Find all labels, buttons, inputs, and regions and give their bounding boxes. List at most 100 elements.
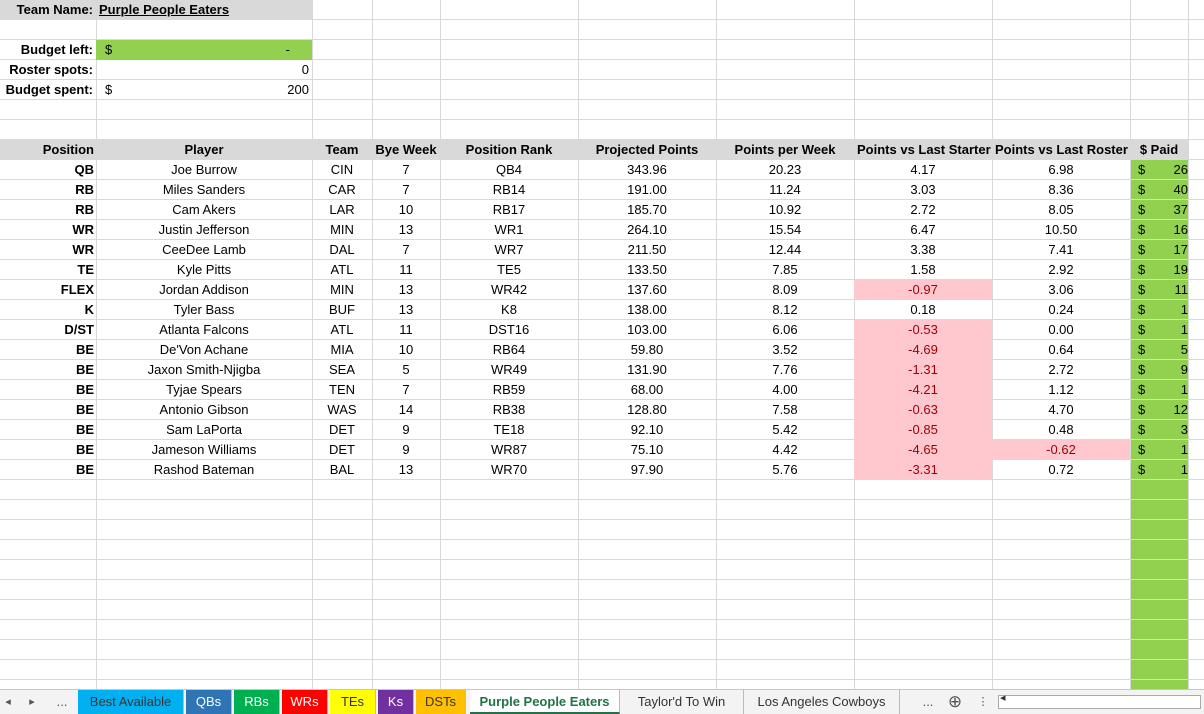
- cell-team[interactable]: CIN: [312, 160, 372, 180]
- more-options-icon[interactable]: ⋮: [976, 690, 990, 714]
- column-header[interactable]: Position: [0, 140, 96, 160]
- column-header[interactable]: Projected Points: [578, 140, 716, 160]
- cell-vs-roster[interactable]: 3.06: [992, 280, 1130, 300]
- cell-position[interactable]: BE: [0, 340, 96, 360]
- cell-bye[interactable]: 11: [372, 260, 440, 280]
- cell-player[interactable]: Jordan Addison: [96, 280, 312, 300]
- cell-team[interactable]: ATL: [312, 260, 372, 280]
- cell-vs-roster[interactable]: 1.12: [992, 380, 1130, 400]
- sheet-tab[interactable]: DSTs: [416, 690, 466, 714]
- cell-vs-starter[interactable]: 1.58: [854, 260, 992, 280]
- cell-rank[interactable]: RB14: [440, 180, 578, 200]
- cell-team[interactable]: MIN: [312, 280, 372, 300]
- cell-rank[interactable]: TE5: [440, 260, 578, 280]
- cell-vs-roster[interactable]: 7.41: [992, 240, 1130, 260]
- sheet-tab[interactable]: RBs: [234, 690, 280, 714]
- cell-ppw[interactable]: 7.58: [716, 400, 854, 420]
- cell-projected[interactable]: 137.60: [578, 280, 716, 300]
- cell-position[interactable]: BE: [0, 400, 96, 420]
- cell-team[interactable]: SEA: [312, 360, 372, 380]
- scrollbar-thumb[interactable]: [1013, 698, 1198, 706]
- cell-paid[interactable]: $1: [1130, 300, 1188, 320]
- cell-position[interactable]: BE: [0, 380, 96, 400]
- cell-ppw[interactable]: 15.54: [716, 220, 854, 240]
- cell-vs-roster[interactable]: 0.00: [992, 320, 1130, 340]
- cell-position[interactable]: BE: [0, 460, 96, 480]
- cell-vs-roster[interactable]: 0.24: [992, 300, 1130, 320]
- cell-bye[interactable]: 9: [372, 440, 440, 460]
- scroll-left-icon[interactable]: ◂: [1000, 691, 1006, 704]
- cell-vs-starter[interactable]: 3.03: [854, 180, 992, 200]
- cell-rank[interactable]: RB17: [440, 200, 578, 220]
- cell-rank[interactable]: QB4: [440, 160, 578, 180]
- cell-vs-starter[interactable]: -4.21: [854, 380, 992, 400]
- cell-vs-roster[interactable]: 10.50: [992, 220, 1130, 240]
- cell-projected[interactable]: 97.90: [578, 460, 716, 480]
- cell-bye[interactable]: 13: [372, 300, 440, 320]
- cell-paid[interactable]: $1: [1130, 460, 1188, 480]
- cell-bye[interactable]: 9: [372, 420, 440, 440]
- cell-team[interactable]: WAS: [312, 400, 372, 420]
- cell-ppw[interactable]: 12.44: [716, 240, 854, 260]
- cell-bye[interactable]: 13: [372, 460, 440, 480]
- sheet-tab[interactable]: TEs: [330, 690, 376, 714]
- cell-player[interactable]: Sam LaPorta: [96, 420, 312, 440]
- cell-bye[interactable]: 7: [372, 380, 440, 400]
- cell-vs-roster[interactable]: -0.62: [992, 440, 1130, 460]
- cell-rank[interactable]: WR7: [440, 240, 578, 260]
- cell-vs-starter[interactable]: -3.31: [854, 460, 992, 480]
- cell-bye[interactable]: 10: [372, 200, 440, 220]
- column-header[interactable]: Position Rank: [440, 140, 578, 160]
- cell-vs-starter[interactable]: -0.63: [854, 400, 992, 420]
- cell-team[interactable]: MIA: [312, 340, 372, 360]
- cell-projected[interactable]: 211.50: [578, 240, 716, 260]
- cell-player[interactable]: De'Von Achane: [96, 340, 312, 360]
- cell-bye[interactable]: 7: [372, 240, 440, 260]
- cell-ppw[interactable]: 4.00: [716, 380, 854, 400]
- cell-vs-roster[interactable]: 0.64: [992, 340, 1130, 360]
- team-name-value[interactable]: Purple People Eaters: [96, 0, 312, 20]
- add-sheet-icon[interactable]: ⊕: [944, 690, 966, 714]
- horizontal-scrollbar[interactable]: ◂: [998, 692, 1201, 709]
- cell-position[interactable]: QB: [0, 160, 96, 180]
- cell-ppw[interactable]: 6.06: [716, 320, 854, 340]
- cell-position[interactable]: TE: [0, 260, 96, 280]
- cell-projected[interactable]: 68.00: [578, 380, 716, 400]
- cell-paid[interactable]: $1: [1130, 380, 1188, 400]
- sheet-tab[interactable]: Best Available: [78, 690, 184, 714]
- cell-projected[interactable]: 131.90: [578, 360, 716, 380]
- cell-bye[interactable]: 7: [372, 180, 440, 200]
- cell-vs-roster[interactable]: 4.70: [992, 400, 1130, 420]
- cell-vs-starter[interactable]: -4.65: [854, 440, 992, 460]
- cell-projected[interactable]: 128.80: [578, 400, 716, 420]
- cell-player[interactable]: Kyle Pitts: [96, 260, 312, 280]
- column-header[interactable]: Team: [312, 140, 372, 160]
- cell-projected[interactable]: 191.00: [578, 180, 716, 200]
- cell-vs-starter[interactable]: -4.69: [854, 340, 992, 360]
- tabs-overflow-right[interactable]: ...: [918, 690, 938, 714]
- cell-vs-starter[interactable]: 6.47: [854, 220, 992, 240]
- column-header[interactable]: Bye Week: [372, 140, 440, 160]
- cell-vs-starter[interactable]: -0.53: [854, 320, 992, 340]
- cell-ppw[interactable]: 5.76: [716, 460, 854, 480]
- cell-vs-roster[interactable]: 2.72: [992, 360, 1130, 380]
- cell-position[interactable]: BE: [0, 420, 96, 440]
- cell-team[interactable]: LAR: [312, 200, 372, 220]
- cell-vs-roster[interactable]: 8.05: [992, 200, 1130, 220]
- column-header[interactable]: Points vs Last Starter: [854, 140, 992, 160]
- cell-vs-starter[interactable]: 4.17: [854, 160, 992, 180]
- cell-bye[interactable]: 11: [372, 320, 440, 340]
- cell-bye[interactable]: 5: [372, 360, 440, 380]
- budget-spent-cell[interactable]: $ 200: [96, 80, 312, 100]
- cell-ppw[interactable]: 5.42: [716, 420, 854, 440]
- cell-rank[interactable]: WR87: [440, 440, 578, 460]
- cell-team[interactable]: BAL: [312, 460, 372, 480]
- cell-player[interactable]: Miles Sanders: [96, 180, 312, 200]
- cell-position[interactable]: RB: [0, 200, 96, 220]
- spreadsheet-grid[interactable]: Team Name: Purple People Eaters Budget l…: [0, 0, 1204, 689]
- cell-bye[interactable]: 10: [372, 340, 440, 360]
- sheet-tab[interactable]: WRs: [282, 690, 328, 714]
- cell-player[interactable]: Tyjae Spears: [96, 380, 312, 400]
- cell-player[interactable]: Antonio Gibson: [96, 400, 312, 420]
- cell-ppw[interactable]: 11.24: [716, 180, 854, 200]
